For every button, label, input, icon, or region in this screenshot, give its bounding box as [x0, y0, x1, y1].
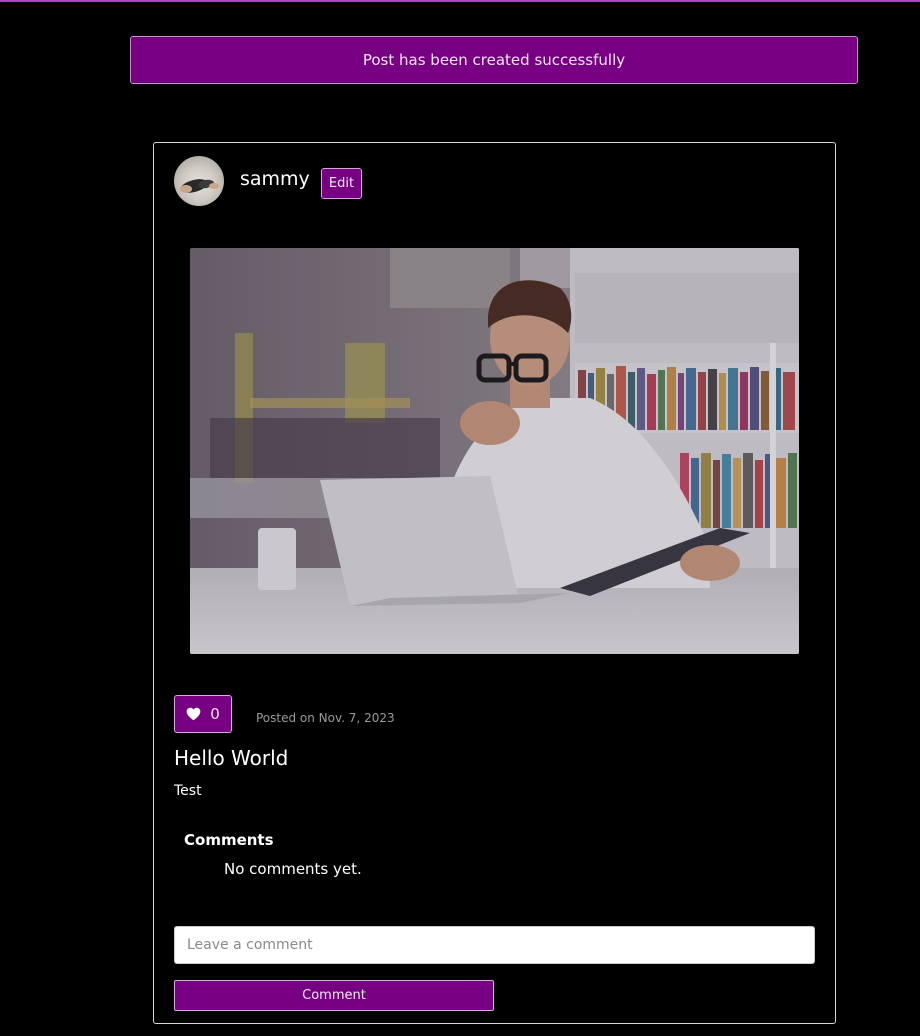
like-button[interactable]: 0: [174, 695, 232, 733]
no-comments-text: No comments yet.: [224, 860, 362, 878]
success-alert: Post has been created successfully: [130, 36, 858, 84]
post-title: Hello World: [174, 746, 289, 770]
like-count: 0: [210, 705, 220, 723]
post-date: Posted on Nov. 7, 2023: [256, 711, 395, 725]
alert-message: Post has been created successfully: [362, 51, 626, 69]
post-image: [190, 248, 799, 654]
top-divider: [0, 0, 920, 2]
post-card: sammy Edit 0 Posted on Nov. 7, 2023 Hell…: [153, 142, 836, 1024]
post-body: Test: [174, 783, 202, 799]
post-author[interactable]: sammy: [240, 168, 310, 190]
edit-button[interactable]: Edit: [321, 168, 362, 199]
heart-icon: [186, 707, 201, 721]
comment-submit-button[interactable]: Comment: [174, 980, 494, 1011]
comment-input[interactable]: [174, 926, 815, 964]
avatar[interactable]: [174, 156, 224, 206]
comments-heading: Comments: [184, 831, 274, 849]
